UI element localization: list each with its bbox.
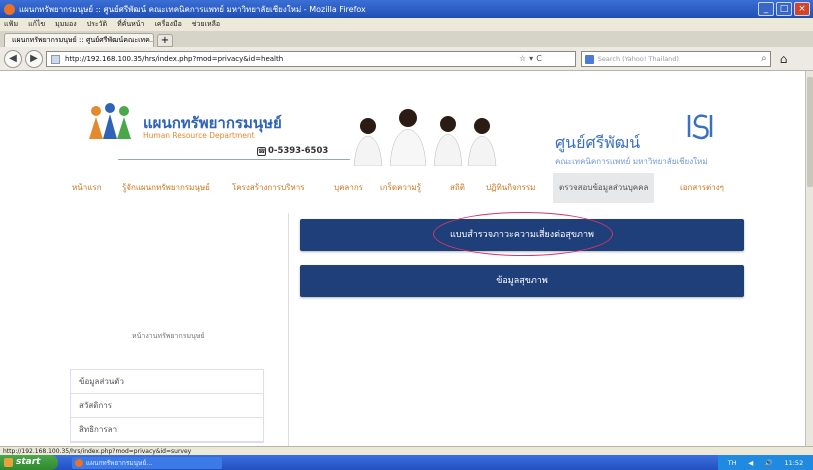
nav-about[interactable]: รู้จักแผนกทรัพยากรมนุษย์ xyxy=(122,181,210,194)
menu-tools[interactable]: เครื่องมือ xyxy=(155,19,182,30)
page-content: แผนกทรัพยากรมนุษย์ Human Resource Depart… xyxy=(0,71,805,446)
bookmark-star-icon[interactable]: ☆ xyxy=(519,54,526,63)
sidebar-item-personal-info[interactable]: ข้อมูลส่วนตัว xyxy=(71,370,263,394)
tab-label: แผนกทรัพยากรมนุษย์ :: ศูนย์ศรีพัฒน์คณะเท… xyxy=(12,36,154,44)
close-button[interactable]: × xyxy=(794,2,810,16)
navigation-bar: ◀ ▶ http://192.168.100.35/hrs/index.php?… xyxy=(0,47,813,71)
phone-text: 0-5393-6503 xyxy=(268,146,329,156)
language-indicator[interactable]: TH xyxy=(728,459,737,467)
header-divider xyxy=(118,159,350,160)
nav-home[interactable]: หน้าแรก xyxy=(72,181,102,194)
volume-icon[interactable]: 🔊 xyxy=(765,459,773,467)
center-logo-icon xyxy=(687,114,713,140)
taskbar: start แผนกทรัพยากรมนุษย์... TH ◀ 🔊 11:52 xyxy=(0,455,813,470)
search-engine-icon[interactable] xyxy=(584,54,594,64)
sidebar-menu: ข้อมูลส่วนตัว สวัสดิการ สิทธิการลา xyxy=(70,369,264,443)
search-bar[interactable]: Search (Yahoo! Thailand) ⌕ xyxy=(580,50,771,67)
nav-statistics[interactable]: สถิติ xyxy=(450,181,465,194)
task-label: แผนกทรัพยากรมนุษย์... xyxy=(86,458,153,467)
site-header: แผนกทรัพยากรมนุษย์ Human Resource Depart… xyxy=(0,71,805,171)
scrollbar-thumb[interactable] xyxy=(807,77,813,187)
window-title: แผนกทรัพยากรมนุษย์ :: ศูนย์ศรีพัฒน์ คณะเ… xyxy=(19,4,366,14)
nav-documents[interactable]: เอกสารต่างๆ xyxy=(680,181,724,194)
search-placeholder: Search (Yahoo! Thailand) xyxy=(597,54,679,63)
url-controls: ☆ ▾ C xyxy=(519,54,542,63)
system-tray: TH ◀ 🔊 11:52 xyxy=(718,455,813,470)
menu-history[interactable]: ประวัติ xyxy=(87,19,107,30)
menu-bar: แฟ้ม แก้ไข มุมมอง ประวัติ ที่คั่นหน้า เค… xyxy=(0,18,813,31)
search-icon[interactable]: ⌕ xyxy=(761,53,767,64)
tab-bar: แผนกทรัพยากรมนุษย์ :: ศูนย์ศรีพัฒน์คณะเท… xyxy=(0,31,813,47)
center-subtitle: คณะเทคนิคการแพทย์ มหาวิทยาลัยเชียงใหม่ xyxy=(555,157,708,166)
tab-active[interactable]: แผนกทรัพยากรมนุษย์ :: ศูนย์ศรีพัฒน์คณะเท… xyxy=(4,33,154,47)
sidebar-caption: หน้างานทรัพยากรมนุษย์ xyxy=(132,332,205,340)
url-text: http://192.168.100.35/hrs/index.php?mod=… xyxy=(65,54,284,63)
windows-flag-icon xyxy=(4,458,13,467)
taskbar-item-firefox[interactable]: แผนกทรัพยากรมนุษย์... xyxy=(72,456,222,469)
reload-button[interactable]: C xyxy=(536,54,542,63)
tray-expand-icon[interactable]: ◀ xyxy=(748,459,753,467)
nav-structure[interactable]: โครงสร้างการบริหาร xyxy=(232,181,305,194)
department-name-english: Human Resource Department xyxy=(143,131,255,140)
status-url: http://192.168.100.35/hrs/index.php?mod=… xyxy=(3,448,192,455)
column-divider xyxy=(288,213,289,446)
home-icon[interactable]: ⌂ xyxy=(780,52,788,66)
nav-calendar[interactable]: ปฏิทินกิจกรรม xyxy=(486,181,535,194)
menu-bookmarks[interactable]: ที่คั่นหน้า xyxy=(117,19,144,30)
staff-photo xyxy=(353,109,497,166)
phone-number: ☎ 0-5393-6503 xyxy=(257,146,328,156)
page-scrollbar[interactable] xyxy=(805,71,813,446)
forward-button[interactable]: ▶ xyxy=(25,49,43,68)
sidebar-item-leave[interactable]: สิทธิการลา xyxy=(71,418,263,442)
minimize-button[interactable]: _ xyxy=(758,2,774,16)
maximize-button[interactable]: □ xyxy=(776,2,792,16)
nav-personal-info[interactable]: ตรวจสอบข้อมูลส่วนบุคคล xyxy=(553,173,655,203)
menu-file[interactable]: แฟ้ม xyxy=(4,19,18,30)
main-navigation: หน้าแรก รู้จักแผนกทรัพยากรมนุษย์ โครงสร้… xyxy=(0,173,805,203)
phone-icon: ☎ xyxy=(257,147,266,156)
center-name-thai: ศูนย์ศรีพัฒน์ xyxy=(555,133,641,152)
firefox-task-icon xyxy=(75,458,83,467)
nav-personnel[interactable]: บุคลากร xyxy=(334,181,363,194)
window-title-bar: แผนกทรัพยากรมนุษย์ :: ศูนย์ศรีพัฒน์ คณะเ… xyxy=(0,0,813,18)
status-bar: http://192.168.100.35/hrs/index.php?mod=… xyxy=(0,446,813,455)
firefox-icon xyxy=(4,3,15,15)
health-risk-survey-button[interactable]: แบบสำรวจภาวะความเสี่ยงต่อสุขภาพ xyxy=(300,219,744,251)
url-dropdown-icon[interactable]: ▾ xyxy=(529,54,533,63)
window-controls: _ □ × xyxy=(758,2,810,16)
menu-view[interactable]: มุมมอง xyxy=(55,19,76,30)
sidebar-item-welfare[interactable]: สวัสดิการ xyxy=(71,394,263,418)
health-data-button[interactable]: ข้อมูลสุขภาพ xyxy=(300,265,744,297)
back-button[interactable]: ◀ xyxy=(4,49,22,68)
hr-logo-icon xyxy=(89,103,131,139)
site-identity-icon[interactable] xyxy=(51,54,60,64)
start-button[interactable]: start xyxy=(0,455,58,470)
menu-help[interactable]: ช่วยเหลือ xyxy=(192,19,220,30)
url-bar[interactable]: http://192.168.100.35/hrs/index.php?mod=… xyxy=(46,50,576,67)
clock: 11:52 xyxy=(784,458,804,467)
nav-knowledge[interactable]: เกร็ดความรู้ xyxy=(380,181,421,194)
menu-edit[interactable]: แก้ไข xyxy=(28,19,45,30)
new-tab-button[interactable]: + xyxy=(157,34,173,47)
start-label: start xyxy=(16,457,41,467)
